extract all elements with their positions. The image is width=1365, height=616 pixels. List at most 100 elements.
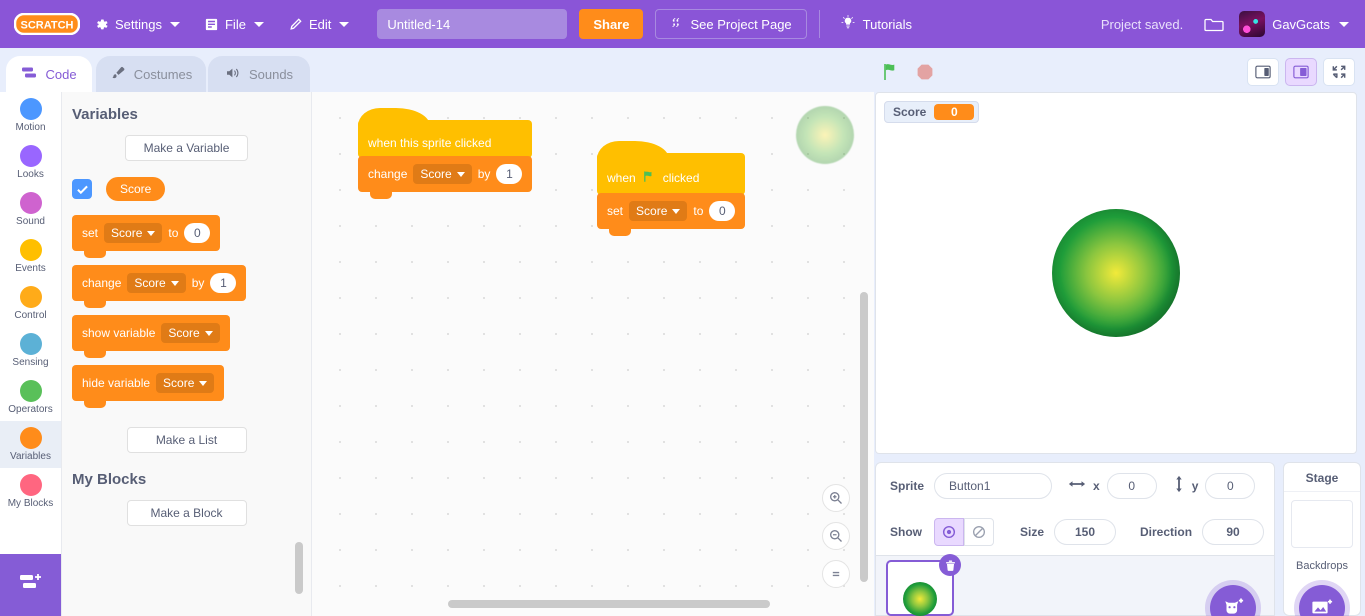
large-stage-button[interactable] (1285, 58, 1317, 86)
set-block-value-input[interactable]: 0 (184, 223, 211, 243)
category-looks[interactable]: Looks (0, 139, 61, 186)
see-project-page-button[interactable]: See Project Page (655, 9, 807, 39)
category-my-blocks-label: My Blocks (7, 498, 54, 509)
block-when-this-sprite-clicked[interactable]: when this sprite clicked (358, 108, 533, 165)
y-input[interactable] (1205, 473, 1256, 499)
control-color-dot (19, 286, 42, 308)
category-sound-label: Sound (16, 216, 45, 227)
sensing-color-dot (19, 333, 42, 355)
brush-icon (110, 66, 126, 83)
show-visible-button[interactable] (934, 518, 964, 546)
zoom-in-button[interactable] (822, 484, 850, 512)
palette-block-set-variable[interactable]: set Score to 0 (72, 215, 221, 258)
make-a-block-button[interactable]: Make a Block (126, 500, 247, 526)
file-menu[interactable]: File (192, 0, 276, 48)
add-backdrop-button[interactable] (1299, 585, 1345, 616)
zoom-out-button[interactable] (822, 522, 850, 550)
palette-block-hide-variable[interactable]: hide variable Score (72, 365, 225, 408)
category-events[interactable]: Events (0, 233, 61, 280)
account-menu[interactable]: GavGcats (1239, 11, 1365, 37)
stage[interactable]: Score 0 (875, 92, 1357, 454)
delete-sprite-button[interactable] (939, 554, 961, 576)
set-score-dropdown[interactable]: Score (629, 201, 688, 221)
size-input[interactable] (1054, 519, 1117, 545)
set-score-value-input[interactable]: 0 (709, 201, 736, 221)
stage-controls (875, 52, 1355, 92)
show-hidden-button[interactable] (964, 518, 994, 546)
script-sprite-clicked[interactable]: when this sprite clicked change Score by… (358, 108, 533, 199)
code-icon (21, 66, 37, 83)
code-workspace[interactable]: when this sprite clicked change Score by… (312, 92, 874, 616)
backdrops-label: Backdrops (1296, 560, 1348, 572)
sprite-info-panel: Sprite x y Show (875, 462, 1275, 556)
category-my-blocks[interactable]: My Blocks (0, 468, 61, 515)
svg-text:SCRATCH: SCRATCH (21, 20, 74, 32)
block-set-score-to[interactable]: set Score to 0 (597, 193, 746, 236)
variable-reporter-score[interactable]: Score (106, 177, 166, 201)
add-sprite-button[interactable] (1210, 585, 1256, 616)
change-block-dropdown[interactable]: Score (127, 273, 186, 293)
edit-label: Edit (308, 16, 332, 32)
stop-button[interactable] (909, 62, 941, 82)
share-button[interactable]: Share (579, 9, 644, 39)
change-score-dropdown[interactable]: Score (413, 164, 472, 184)
sprite-name-input[interactable] (934, 473, 1053, 499)
stage-selector-panel[interactable]: Stage Backdrops (1283, 462, 1361, 616)
tutorials-button[interactable]: Tutorials (830, 4, 922, 44)
tab-costumes[interactable]: Costumes (96, 56, 206, 92)
workspace-vertical-scrollbar[interactable] (860, 292, 868, 582)
settings-menu[interactable]: Settings (82, 0, 192, 48)
category-sound[interactable]: Sound (0, 186, 61, 233)
small-stage-button[interactable] (1247, 58, 1279, 86)
stage-backdrop-thumbnail[interactable] (1291, 500, 1353, 548)
block-palette[interactable]: Variables Make a Variable Score set Scor… (62, 92, 312, 616)
variable-monitor-score[interactable]: Score 0 (884, 101, 980, 123)
category-control[interactable]: Control (0, 280, 61, 327)
palette-block-show-variable[interactable]: show variable Score (72, 315, 230, 358)
dragged-sprite-ghost (796, 106, 854, 164)
change-score-value-input[interactable]: 1 (496, 164, 523, 184)
sprite-list[interactable] (875, 554, 1275, 616)
variable-checkbox-score[interactable] (72, 179, 92, 199)
category-motion[interactable]: Motion (0, 92, 61, 139)
change-score-text-a: change (368, 167, 408, 181)
save-status-text: Project saved. (1100, 16, 1184, 32)
change-block-value-input[interactable]: 1 (210, 273, 237, 293)
zoom-reset-button[interactable] (822, 560, 850, 588)
scratch-logo[interactable]: SCRATCH (12, 12, 82, 36)
hide-block-dropdown[interactable]: Score (156, 373, 215, 393)
script-flag-clicked[interactable]: when clicked set Score to 0 (597, 141, 746, 236)
workspace-horizontal-scrollbar[interactable] (448, 600, 770, 608)
show-block-dropdown[interactable]: Score (161, 323, 220, 343)
set-block-text-b: to (168, 226, 179, 240)
y-coordinate-group: y (1173, 473, 1256, 499)
stage-sprite-button1[interactable] (1052, 209, 1180, 337)
sprite-list-item-button1[interactable] (886, 554, 961, 616)
file-icon (204, 17, 219, 32)
category-sensing[interactable]: Sensing (0, 327, 61, 374)
tab-sounds[interactable]: Sounds (208, 56, 310, 92)
show-block-dropdown-value: Score (168, 326, 200, 340)
y-label: y (1191, 479, 1199, 493)
category-variables[interactable]: Variables (0, 421, 61, 468)
edit-menu[interactable]: Edit (276, 0, 361, 48)
green-flag-button[interactable] (875, 61, 909, 83)
my-stuff-folder-icon[interactable] (1189, 15, 1239, 34)
project-title-input[interactable] (377, 9, 568, 39)
set-block-dropdown[interactable]: Score (104, 223, 163, 243)
x-input[interactable] (1106, 473, 1157, 499)
make-a-list-button[interactable]: Make a List (126, 427, 247, 453)
block-when-flag-clicked[interactable]: when clicked (597, 141, 746, 202)
category-operators[interactable]: Operators (0, 374, 61, 421)
palette-block-change-variable[interactable]: change Score by 1 (72, 265, 247, 308)
category-motion-label: Motion (15, 122, 46, 133)
block-change-score-by[interactable]: change Score by 1 (358, 156, 533, 199)
add-extension-button[interactable] (0, 554, 61, 616)
palette-scrollbar[interactable] (295, 542, 303, 594)
settings-label: Settings (115, 16, 162, 32)
set-block-text-a: set (82, 226, 99, 240)
direction-input[interactable] (1202, 519, 1265, 545)
make-a-variable-button[interactable]: Make a Variable (124, 135, 249, 161)
tab-code[interactable]: Code (6, 56, 92, 92)
fullscreen-button[interactable] (1323, 58, 1355, 86)
